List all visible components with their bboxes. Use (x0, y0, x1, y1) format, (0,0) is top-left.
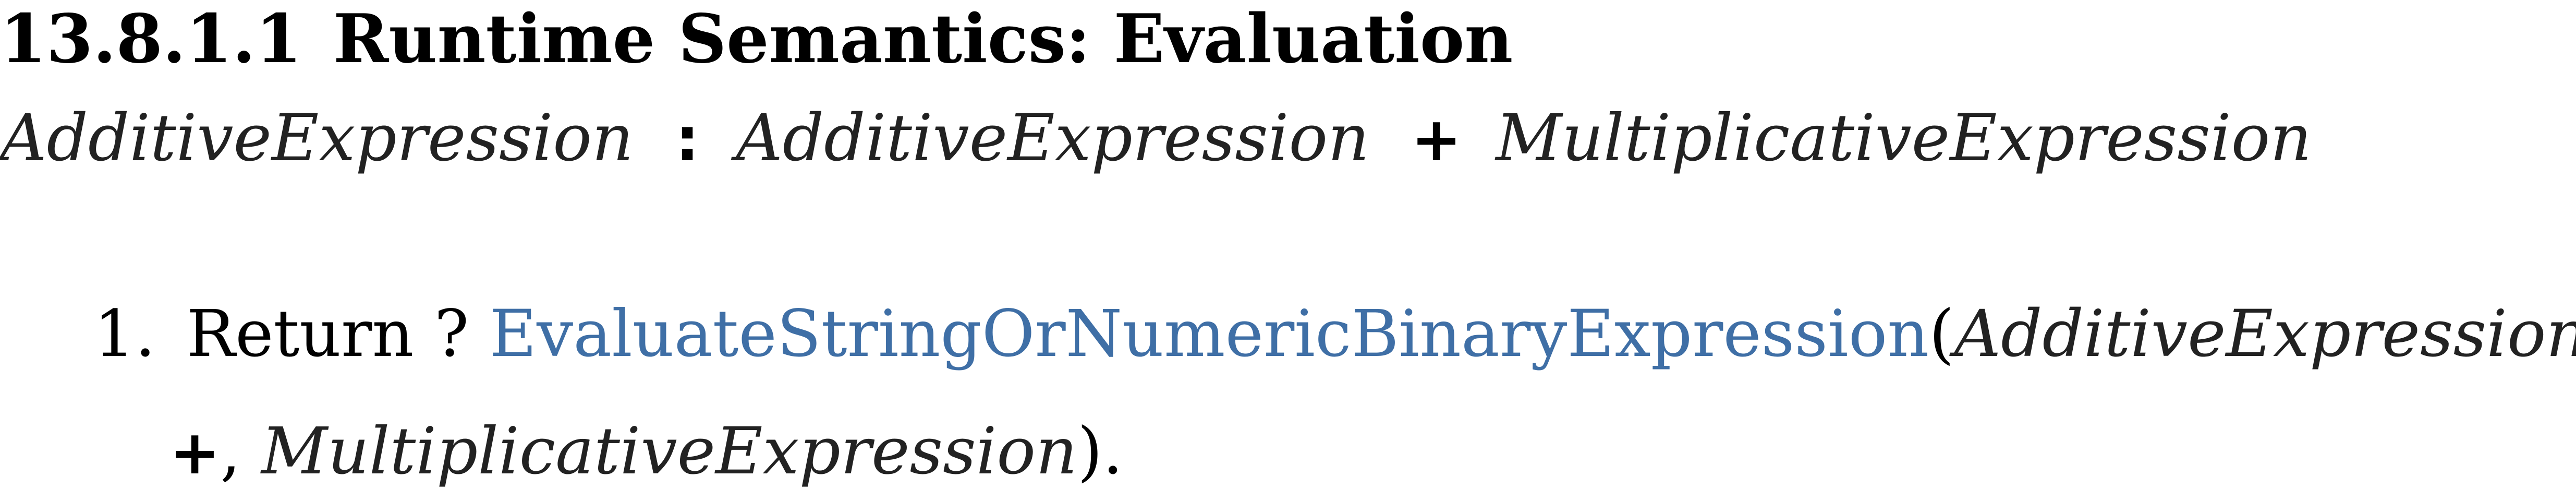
production-rhs-second: MultiplicativeExpression (1496, 101, 2312, 176)
argument-multiplicative-expression: MultiplicativeExpression (261, 414, 1077, 489)
argument-comma-2: , (220, 414, 241, 489)
production-colon: : (675, 104, 700, 175)
open-paren: ( (1929, 296, 1954, 372)
algorithm-step-1-continuation: +, MultiplicativeExpression). (169, 407, 1123, 496)
step-prefix: Return ? (186, 296, 469, 372)
evaluate-operation-link[interactable]: EvaluateStringOrNumericBinaryExpression (490, 296, 1929, 372)
argument-additive-expression: AdditiveExpression (1954, 296, 2576, 372)
step-number: 1. (94, 296, 156, 372)
algorithm-step-1: 1. Return ? EvaluateStringOrNumericBinar… (94, 290, 2576, 378)
production-rhs-first: AdditiveExpression (736, 101, 1370, 176)
production-lhs: AdditiveExpression (0, 101, 634, 176)
argument-plus-operator: + (169, 418, 221, 488)
section-number: 13.8.1.1 (0, 0, 302, 78)
section-heading: 13.8.1.1 Runtime Semantics: Evaluation (0, 0, 1513, 78)
close-paren-period: ). (1077, 414, 1123, 489)
production-operator: + (1411, 104, 1462, 175)
grammar-production: AdditiveExpression: AdditiveExpression + Mu… (0, 97, 2312, 180)
section-title: Runtime Semantics: Evaluation (333, 0, 1513, 78)
